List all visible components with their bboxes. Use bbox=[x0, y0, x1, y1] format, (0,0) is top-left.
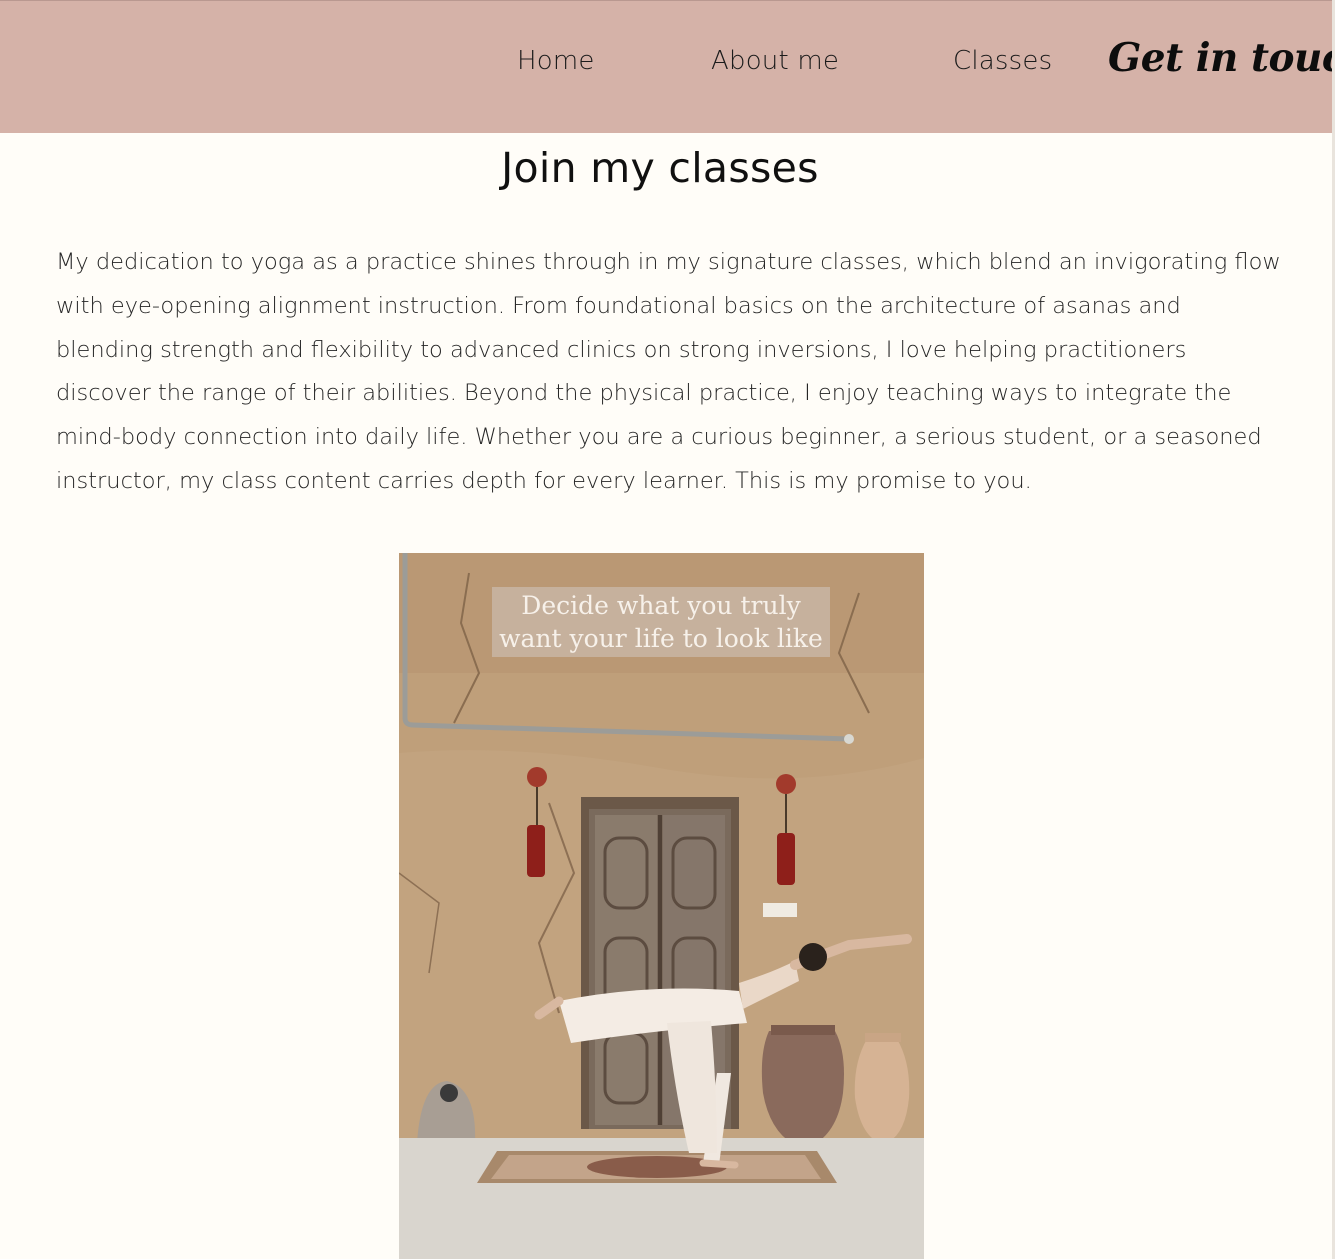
intro-paragraph: My dedication to yoga as a practice shin… bbox=[56, 249, 1281, 494]
page-title: Join my classes bbox=[501, 144, 819, 192]
yoga-pose-photo: Decide what you truly want your life to … bbox=[399, 553, 924, 1259]
nav-link-home[interactable]: Home bbox=[517, 46, 595, 76]
nav-link-get-in-touch[interactable]: Get in touch bbox=[1108, 35, 1335, 81]
site-header: Home About me Classes Get in touch bbox=[0, 0, 1335, 133]
page: Home About me Classes Get in touch Join … bbox=[0, 0, 1335, 1259]
yoga-photo-illustration bbox=[399, 553, 924, 1259]
nav-link-classes[interactable]: Classes bbox=[953, 46, 1052, 76]
photo-caption-line-2: want your life to look like bbox=[499, 624, 823, 653]
nav-link-about-me[interactable]: About me bbox=[711, 46, 839, 76]
photo-caption-line-1: Decide what you truly bbox=[521, 591, 801, 620]
photo-caption: Decide what you truly want your life to … bbox=[492, 587, 830, 655]
